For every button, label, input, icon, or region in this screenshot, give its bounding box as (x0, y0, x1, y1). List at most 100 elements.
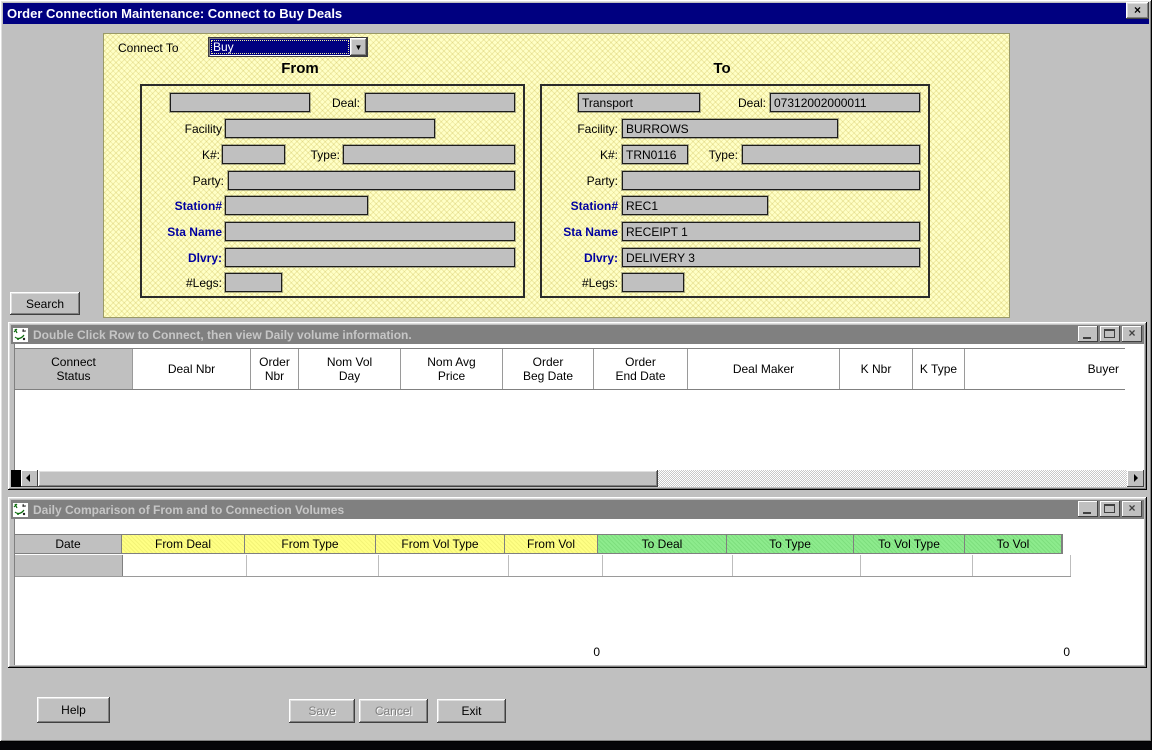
to-party-field[interactable] (622, 171, 920, 190)
close-icon: × (1122, 501, 1142, 517)
to-deal-field[interactable]: 07312002000011 (770, 93, 920, 112)
column-header-nom-vol-day: Nom Vol Day (299, 349, 401, 389)
row-cell-from-type (247, 555, 379, 576)
orders-header-row: Connect Status Deal Nbr Order Nbr Nom Vo… (15, 348, 1125, 390)
orders-window: Double Click Row to Connect, then view D… (8, 322, 1147, 490)
to-k-field[interactable]: TRN0116 (622, 145, 688, 164)
column-header-to-type: To Type (726, 535, 854, 553)
row-cell-to-vol (973, 555, 1071, 576)
column-header-deal-nbr: Deal Nbr (133, 349, 251, 389)
exit-button[interactable]: Exit (437, 699, 506, 723)
column-header-from-vol-type: From Vol Type (375, 535, 505, 553)
orders-horizontal-scrollbar[interactable] (11, 470, 1144, 487)
grid-window-icon (12, 502, 29, 518)
to-facility-label: Facility: (558, 121, 618, 137)
column-header-nom-avg-price: Nom Avg Price (401, 349, 503, 389)
to-facility-field[interactable]: BURROWS (622, 119, 838, 138)
to-vol-total: 0 (1030, 645, 1070, 659)
column-header-from-vol: From Vol (504, 535, 598, 553)
window-title: Order Connection Maintenance: Connect to… (3, 6, 342, 21)
orders-maximize-button[interactable] (1100, 326, 1120, 342)
maximize-icon (1104, 329, 1115, 338)
from-heading: From (250, 60, 350, 77)
orders-close-button[interactable]: × (1122, 326, 1142, 342)
scroll-right-button[interactable] (1127, 470, 1144, 487)
screen-bottom-edge (0, 742, 1152, 750)
from-type-field[interactable] (170, 93, 310, 112)
to-dlvry-label: Dlvry: (574, 250, 618, 266)
to-station-field[interactable]: REC1 (622, 196, 768, 215)
orders-title: Double Click Row to Connect, then view D… (29, 328, 412, 342)
from-party-field[interactable] (228, 171, 515, 190)
column-header-k-type: K Type (913, 349, 965, 389)
orders-minimize-button[interactable] (1078, 326, 1098, 342)
main-titlebar[interactable]: Order Connection Maintenance: Connect to… (3, 3, 1149, 24)
from-vol-total: 0 (560, 645, 600, 659)
daily-maximize-button[interactable] (1100, 501, 1120, 517)
scrollbar-thumb[interactable] (38, 470, 658, 487)
daily-close-button[interactable]: × (1122, 501, 1142, 517)
column-header-buyer: Buyer (965, 349, 1125, 389)
row-cell-to-vol-type (861, 555, 973, 576)
dropdown-arrow-button[interactable]: ▼ (350, 38, 367, 56)
connect-to-selected-value: Buy (210, 39, 350, 55)
to-ktype-label: Type: (690, 147, 738, 163)
from-sta-name-label: Sta Name (150, 224, 222, 240)
row-cell-to-deal (603, 555, 733, 576)
from-k-field[interactable] (222, 145, 285, 164)
row-cell-from-vol-type (379, 555, 509, 576)
orders-titlebar[interactable]: Double Click Row to Connect, then view D… (11, 325, 1144, 344)
from-ktype-field[interactable] (343, 145, 515, 164)
from-dlvry-label: Dlvry: (178, 250, 222, 266)
screen: Order Connection Maintenance: Connect to… (0, 0, 1152, 750)
column-header-k-nbr: K Nbr (840, 349, 913, 389)
column-header-connect-status: Connect Status (15, 349, 133, 389)
to-dlvry-field[interactable]: DELIVERY 3 (622, 248, 920, 267)
close-icon: × (1134, 3, 1141, 17)
from-dlvry-field[interactable] (225, 248, 515, 267)
column-header-deal-maker: Deal Maker (688, 349, 840, 389)
save-button: Save (289, 699, 355, 723)
to-heading: To (672, 60, 772, 77)
to-k-label: K#: (586, 147, 618, 163)
maximize-icon (1104, 504, 1115, 513)
column-header-to-vol-type: To Vol Type (853, 535, 965, 553)
to-type-field[interactable]: Transport (578, 93, 700, 112)
to-party-label: Party: (570, 173, 618, 189)
column-header-order-nbr: Order Nbr (251, 349, 299, 389)
column-header-to-deal: To Deal (597, 535, 727, 553)
column-header-from-type: From Type (244, 535, 376, 553)
from-party-label: Party: (176, 173, 224, 189)
connect-to-dropdown[interactable]: Buy ▼ (208, 37, 368, 57)
to-legs-label: #Legs: (566, 275, 618, 291)
column-header-order-beg-date: Order Beg Date (503, 349, 594, 389)
scroll-left-button[interactable] (21, 470, 38, 487)
from-deal-field[interactable] (365, 93, 515, 112)
column-splitter-handle[interactable] (11, 470, 21, 487)
from-legs-label: #Legs: (170, 275, 222, 291)
from-deal-label: Deal: (312, 95, 360, 111)
scroll-right-icon (1134, 474, 1138, 482)
to-ktype-field[interactable] (742, 145, 920, 164)
search-button[interactable]: Search (10, 292, 80, 315)
to-deal-label: Deal: (716, 95, 766, 111)
daily-titlebar[interactable]: Daily Comparison of From and to Connecti… (11, 500, 1144, 519)
from-sta-name-field[interactable] (225, 222, 515, 241)
to-sta-name-field[interactable]: RECEIPT 1 (622, 222, 920, 241)
daily-minimize-button[interactable] (1078, 501, 1098, 517)
to-sta-name-label: Sta Name (546, 224, 618, 240)
minimize-icon (1083, 337, 1091, 339)
help-button[interactable]: Help (37, 697, 110, 723)
column-header-from-deal: From Deal (121, 535, 245, 553)
from-facility-field[interactable] (225, 119, 435, 138)
from-ktype-label: Type: (294, 147, 340, 163)
to-legs-field[interactable] (622, 273, 684, 292)
row-cell-to-type (733, 555, 861, 576)
from-legs-field[interactable] (225, 273, 282, 292)
daily-empty-row[interactable] (15, 555, 1071, 577)
from-station-field[interactable] (225, 196, 368, 215)
from-station-label: Station# (156, 198, 222, 214)
daily-header-row: Date From Deal From Type From Vol Type F… (15, 534, 1063, 554)
cancel-button: Cancel (359, 699, 428, 723)
close-button[interactable]: × (1126, 2, 1149, 19)
